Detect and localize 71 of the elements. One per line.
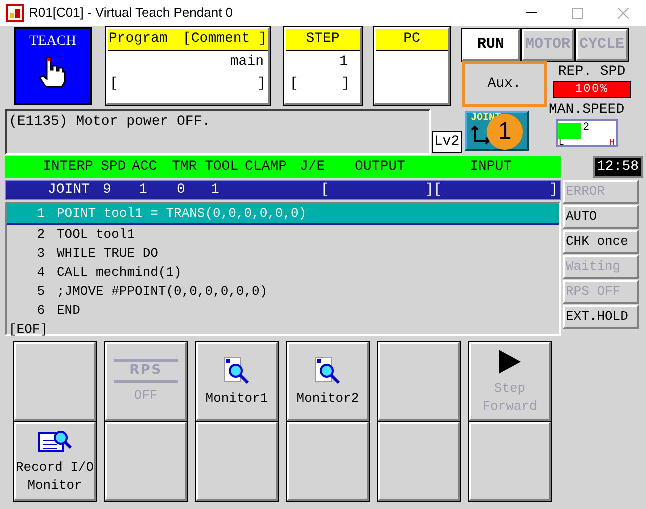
man-speed-label: MAN.SPEED bbox=[549, 101, 625, 119]
program-line[interactable]: 3 WHILE TRUE DO bbox=[7, 244, 559, 263]
status-value: 1 bbox=[139, 181, 148, 199]
window-title: R01[C01] - Virtual Teach Pendant 0 bbox=[29, 4, 234, 22]
column-header: TOOL bbox=[205, 158, 240, 177]
program-line[interactable]: 5 ;JMOVE #PPOINT(0,0,0,0,0,0) bbox=[7, 282, 559, 301]
comment-bracket: [ bbox=[110, 75, 118, 94]
status-indicator: AUTO bbox=[563, 205, 639, 229]
column-header: J/E bbox=[300, 158, 326, 177]
function-key[interactable]: Record I/O Monitor bbox=[14, 422, 96, 501]
minimize-icon bbox=[526, 12, 536, 14]
function-key[interactable]: Monitor2 bbox=[287, 342, 369, 421]
status-value: 0 bbox=[177, 181, 186, 199]
function-key[interactable] bbox=[287, 422, 369, 501]
function-key[interactable] bbox=[378, 422, 460, 501]
function-key[interactable] bbox=[378, 342, 460, 421]
column-header: SPD bbox=[101, 158, 128, 177]
play-icon bbox=[497, 348, 523, 376]
app-icon bbox=[6, 4, 24, 22]
column-header: OUTPUT bbox=[355, 158, 406, 177]
function-key[interactable] bbox=[196, 422, 278, 501]
status-value: JOINT bbox=[48, 181, 92, 199]
program-line[interactable]: 4 CALL mechmind(1) bbox=[7, 263, 559, 282]
high-label: H bbox=[609, 138, 615, 148]
step-header: STEP bbox=[306, 31, 340, 47]
program-line[interactable]: 6 END bbox=[7, 301, 559, 320]
device-magnifier-icon bbox=[314, 356, 342, 386]
status-indicator: EXT.HOLD bbox=[563, 305, 639, 329]
bracket: ] bbox=[550, 181, 558, 199]
device-magnifier-icon bbox=[223, 356, 251, 386]
aux-button[interactable]: Aux. bbox=[462, 61, 547, 107]
function-key[interactable] bbox=[469, 422, 551, 501]
end-of-file: [EOF] bbox=[8, 321, 50, 339]
function-key[interactable] bbox=[105, 422, 187, 501]
level-badge: Lv2 bbox=[432, 131, 462, 153]
pc-header: PC bbox=[404, 31, 420, 47]
comment-bracket: ] bbox=[258, 75, 266, 94]
status-indicator: ERROR bbox=[563, 180, 639, 204]
status-indicator: CHK once bbox=[563, 230, 639, 254]
status-indicator: Waiting bbox=[563, 255, 639, 279]
clock: 12:58 bbox=[593, 156, 643, 178]
function-key[interactable] bbox=[14, 342, 96, 421]
step-bracket: [ bbox=[290, 75, 298, 94]
function-key[interactable]: Monitor1 bbox=[196, 342, 278, 421]
column-header: INTERP bbox=[43, 158, 94, 177]
program-line[interactable]: 2 TOOL tool1 bbox=[7, 225, 559, 244]
program-header: Program bbox=[109, 30, 168, 49]
program-name: main bbox=[230, 54, 264, 70]
maximize-icon bbox=[572, 8, 582, 18]
document-magnifier-icon bbox=[37, 428, 73, 454]
close-icon bbox=[618, 8, 628, 18]
pointing-hand-icon bbox=[38, 56, 68, 88]
column-header: INPUT bbox=[470, 158, 514, 177]
column-header: CLAMP bbox=[245, 158, 288, 177]
step-value: 1 bbox=[340, 54, 348, 70]
status-value: 9 bbox=[103, 181, 112, 199]
status-indicator: RPS OFF bbox=[563, 280, 639, 304]
bracket: ][ bbox=[425, 181, 442, 199]
bracket: [ bbox=[321, 181, 330, 199]
comment-header: [Comment ] bbox=[182, 30, 267, 49]
low-label: L bbox=[558, 138, 564, 148]
speed-value: 2 bbox=[583, 121, 590, 136]
message-text: (E1135) Motor power OFF. bbox=[9, 114, 211, 130]
mode-label: TEACH bbox=[30, 33, 76, 51]
rep-speed-value: 100% bbox=[553, 81, 631, 98]
status-value: 1 bbox=[211, 181, 220, 199]
step-bracket: ] bbox=[342, 75, 350, 94]
rep-speed-label: REP. SPD bbox=[558, 63, 626, 81]
state-button[interactable]: RUN bbox=[462, 29, 520, 61]
column-header: ACC bbox=[132, 158, 158, 177]
column-header: TMR bbox=[172, 158, 198, 177]
